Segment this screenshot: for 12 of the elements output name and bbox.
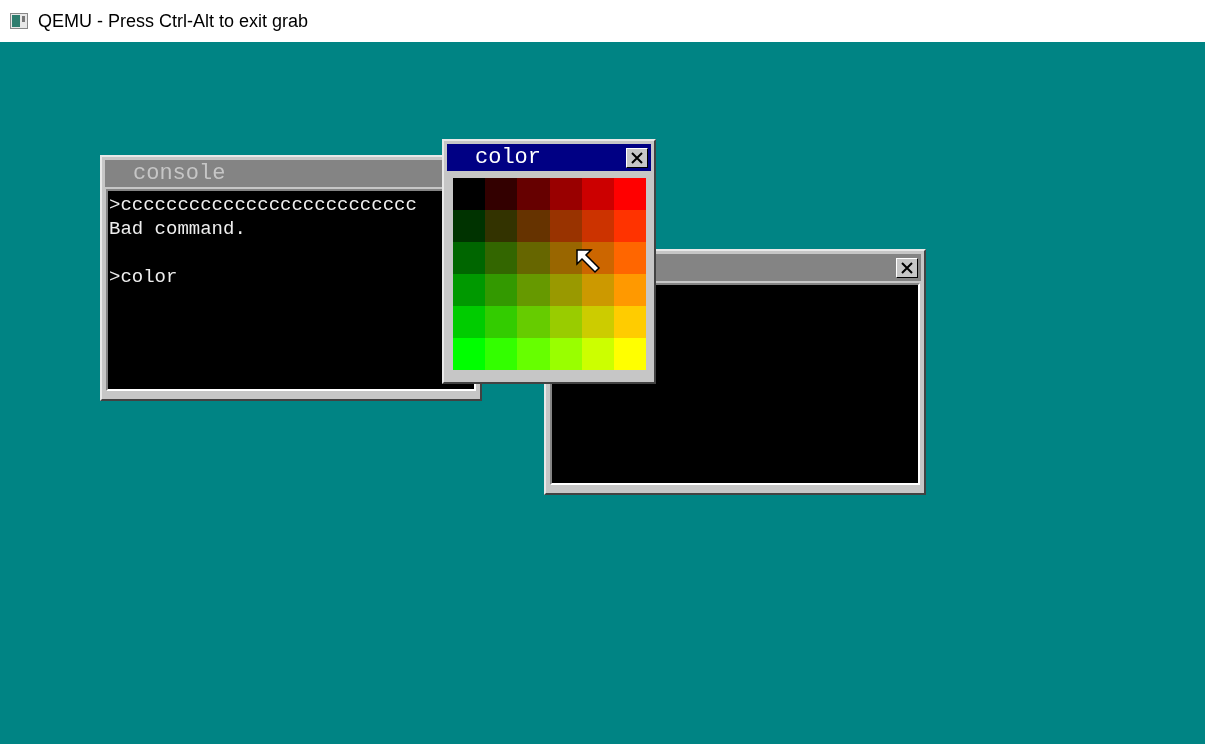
app-title: QEMU - Press Ctrl-Alt to exit grab [38,9,309,33]
console-line: >cccccccccccccccccccccccccc [109,193,417,217]
window-title: console [133,162,226,185]
app-icon [10,13,28,29]
close-icon [631,151,643,164]
close-icon [901,261,913,274]
cursor-icon [575,248,601,274]
window-title: color [475,146,541,169]
console-line: >color [109,265,178,289]
close-button[interactable] [626,147,648,168]
close-button[interactable] [896,257,918,278]
console-line: Bad command. [109,217,246,241]
